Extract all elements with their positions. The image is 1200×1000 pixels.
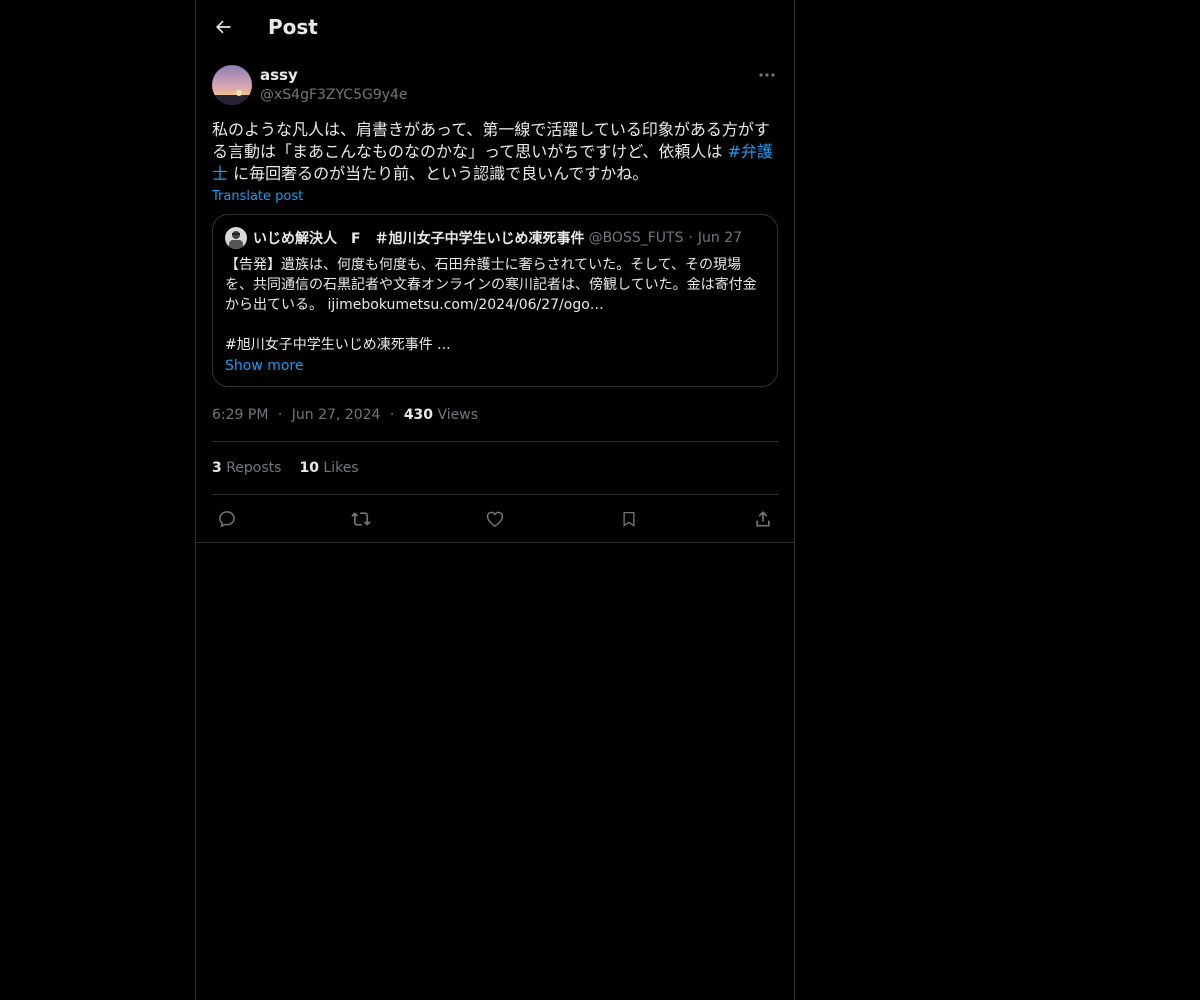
views-count: 430: [403, 407, 434, 423]
action-bar: [196, 495, 794, 543]
post-time[interactable]: 6:29 PM: [212, 407, 268, 423]
author-meta: assy @xS4gF3ZYC5G9y4e: [260, 65, 408, 105]
separator-dot: ·: [688, 230, 693, 246]
back-button[interactable]: [206, 10, 240, 44]
reposts-stat[interactable]: 3 Reposts: [212, 460, 281, 476]
repost-icon: [351, 511, 371, 526]
quote-text: 【告発】遺族は、何度も何度も、石田弁護士に奢らされていた。そして、その現場を、共…: [225, 255, 765, 355]
post-text-after: に毎回奢るのが当たり前、という認識で良いんですかね。: [228, 164, 649, 183]
author-handle[interactable]: @xS4gF3ZYC5G9y4e: [260, 85, 408, 105]
likes-label: Likes: [323, 460, 359, 476]
more-dots-icon: [759, 73, 775, 77]
bookmark-button[interactable]: [618, 508, 640, 530]
reposts-count: 3: [212, 460, 222, 476]
separator-dot: ·: [277, 407, 283, 423]
translate-post-link[interactable]: Translate post: [212, 189, 303, 204]
post-date[interactable]: Jun 27, 2024: [292, 407, 381, 423]
repost-button[interactable]: [350, 508, 372, 530]
reply-button[interactable]: [216, 508, 238, 530]
author-row: assy @xS4gF3ZYC5G9y4e: [212, 65, 778, 105]
quote-text-line: 【告発】遺族は、何度も何度も、石田弁護士に奢らされていた。そして、その現場を、共…: [225, 257, 757, 313]
post-column: Post assy @xS4gF3ZYC5G9y4e 私のような凡人は、肩書きが…: [195, 0, 795, 1000]
reposts-label: Reposts: [226, 460, 282, 476]
quote-date: Jun 27: [697, 230, 743, 246]
likes-stat[interactable]: 10 Likes: [299, 460, 358, 476]
quote-author-name[interactable]: いじめ解決人 F ＃旭川女子中学生いじめ凍死事件: [253, 228, 585, 248]
separator-dot: ·: [389, 407, 395, 423]
page-header: Post: [196, 0, 794, 53]
quote-text-line: #旭川女子中学生いじめ凍死事件 ...: [225, 337, 451, 353]
post-meta: 6:29 PM · Jun 27, 2024 · 430 Views: [212, 405, 778, 425]
avatar[interactable]: [212, 65, 252, 105]
more-button[interactable]: [756, 65, 778, 85]
quote-spacer: [225, 315, 765, 335]
bookmark-icon: [623, 511, 635, 527]
share-button[interactable]: [752, 508, 774, 530]
quote-avatar[interactable]: [225, 227, 247, 249]
views-label: Views: [437, 407, 479, 423]
author-name[interactable]: assy: [260, 65, 408, 85]
main-post: assy @xS4gF3ZYC5G9y4e 私のような凡人は、肩書きがあって、第…: [196, 53, 794, 543]
page-title: Post: [268, 14, 318, 39]
post-text: 私のような凡人は、肩書きがあって、第一線で活躍している印象がある方がする言動は「…: [212, 119, 778, 185]
share-icon: [756, 510, 770, 526]
heart-icon: [486, 511, 504, 527]
show-more-link[interactable]: Show more: [225, 358, 304, 374]
stats-row: 3 Reposts 10 Likes: [212, 442, 778, 494]
quoted-post[interactable]: いじめ解決人 F ＃旭川女子中学生いじめ凍死事件 @BOSS_FUTS · Ju…: [212, 214, 778, 387]
quote-header: いじめ解決人 F ＃旭川女子中学生いじめ凍死事件 @BOSS_FUTS · Ju…: [225, 227, 765, 249]
reply-icon: [219, 510, 235, 527]
like-button[interactable]: [484, 508, 506, 530]
likes-count: 10: [299, 460, 319, 476]
quote-author-handle[interactable]: @BOSS_FUTS: [589, 230, 684, 246]
arrow-left-icon: [216, 20, 231, 33]
post-text-before: 私のような凡人は、肩書きがあって、第一線で活躍している印象がある方がする言動は「…: [212, 120, 770, 161]
